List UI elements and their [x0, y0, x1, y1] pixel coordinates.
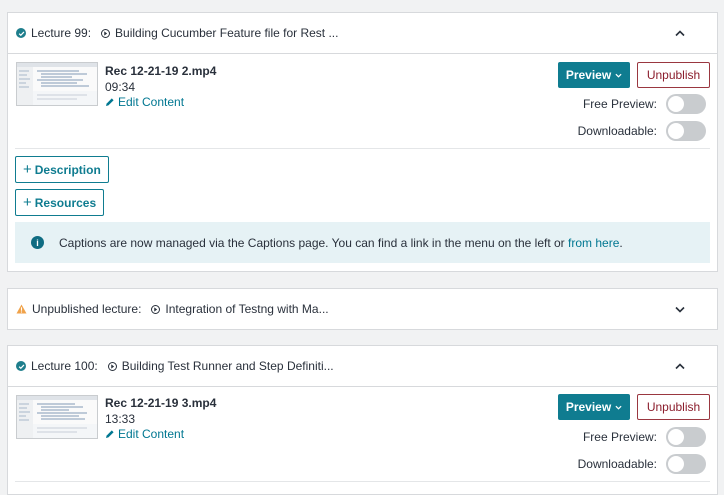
lecture-label: Lecture 99: [31, 26, 92, 40]
info-icon: i [31, 236, 44, 249]
edit-content-label: Edit Content [118, 95, 185, 109]
lecture-header-unpublished[interactable]: Unpublished lecture: Integration of Test… [8, 289, 717, 329]
check-circle-icon [16, 361, 26, 371]
chevron-down-icon [615, 73, 622, 78]
video-file-name: Rec 12-21-19 2.mp4 [105, 64, 217, 78]
downloadable-label: Downloadable: [577, 124, 657, 138]
free-preview-label: Free Preview: [582, 430, 657, 444]
info-text: Captions are now managed via the Caption… [59, 235, 623, 250]
play-circle-icon [107, 361, 117, 371]
video-duration: 09:34 [105, 80, 136, 94]
lecture-card-99: Lecture 99: Building Cucumber Feature fi… [7, 12, 718, 272]
video-thumbnail[interactable] [16, 395, 98, 439]
lecture-header-100[interactable]: Lecture 100: Building Test Runner and St… [8, 346, 717, 387]
captions-info-banner: i Captions are now managed via the Capti… [15, 222, 710, 263]
captions-page-link[interactable]: from here [568, 236, 619, 250]
lecture-label: Unpublished lecture: [32, 302, 142, 316]
free-preview-toggle[interactable] [666, 94, 706, 114]
divider [15, 148, 710, 149]
lecture-title: Integration of Testng with Ma... [165, 302, 329, 316]
chevron-down-icon[interactable] [673, 302, 687, 316]
resources-label: Resources [34, 195, 97, 210]
edit-content-link[interactable]: Edit Content [105, 427, 184, 441]
check-circle-icon [16, 28, 26, 38]
preview-button[interactable]: Preview [558, 62, 630, 88]
preview-label: Preview [565, 400, 612, 414]
pencil-icon [106, 98, 114, 106]
lecture-header-99[interactable]: Lecture 99: Building Cucumber Feature fi… [8, 13, 717, 54]
preview-label: Preview [565, 68, 612, 82]
lecture-title: Building Test Runner and Step Definiti..… [121, 359, 334, 373]
plus-icon: + [23, 161, 32, 178]
description-label: Description [34, 162, 101, 177]
lecture-label: Lecture 100: [31, 359, 98, 373]
downloadable-toggle[interactable] [666, 454, 706, 474]
video-file-name: Rec 12-21-19 3.mp4 [105, 396, 217, 410]
unpublish-button[interactable]: Unpublish [637, 394, 710, 420]
edit-content-link[interactable]: Edit Content [105, 95, 184, 109]
unpublish-button[interactable]: Unpublish [637, 62, 710, 88]
chevron-up-icon[interactable] [673, 26, 687, 40]
downloadable-label: Downloadable: [577, 457, 657, 471]
add-resources-button[interactable]: + Resources [15, 189, 105, 216]
downloadable-toggle[interactable] [666, 121, 706, 141]
free-preview-toggle[interactable] [666, 427, 706, 447]
free-preview-label: Free Preview: [582, 97, 657, 111]
video-thumbnail[interactable] [16, 62, 98, 106]
add-description-button[interactable]: + Description [15, 156, 109, 183]
lecture-title: Building Cucumber Feature file for Rest … [115, 26, 339, 40]
lecture-card-100: Lecture 100: Building Test Runner and St… [7, 345, 718, 495]
pencil-icon [106, 430, 114, 438]
divider [15, 481, 710, 482]
play-circle-icon [101, 28, 111, 38]
video-duration: 13:33 [105, 412, 136, 426]
preview-button[interactable]: Preview [558, 394, 630, 420]
edit-content-label: Edit Content [118, 427, 185, 441]
play-circle-icon [151, 304, 161, 314]
warning-icon [16, 304, 27, 314]
lecture-card-unpublished: Unpublished lecture: Integration of Test… [7, 288, 718, 330]
plus-icon: + [23, 194, 32, 211]
chevron-down-icon [615, 405, 622, 410]
chevron-up-icon[interactable] [673, 359, 687, 373]
